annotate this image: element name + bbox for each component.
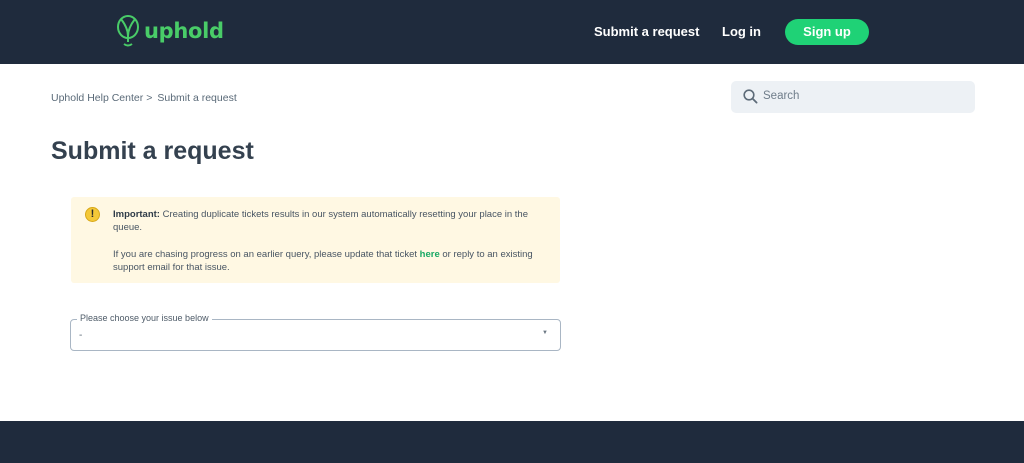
- chevron-down-icon: ▼: [542, 330, 548, 336]
- notice-paragraph-progress: If you are chasing progress on an earlie…: [113, 248, 545, 274]
- issue-select-label: Please choose your issue below: [77, 313, 212, 323]
- breadcrumb-home-link[interactable]: Uphold Help Center: [51, 92, 143, 104]
- search-placeholder: Search: [763, 90, 800, 102]
- warning-icon: !: [85, 207, 100, 222]
- sign-up-button[interactable]: Sign up: [785, 19, 869, 45]
- issue-select[interactable]: Please choose your issue below - ▼: [70, 313, 561, 351]
- issue-select-value: -: [79, 330, 83, 341]
- logo-text: uphold: [144, 19, 224, 43]
- site-header: uphold Submit a request Log in Sign up: [0, 0, 1024, 64]
- breadcrumb-current-link[interactable]: Submit a request: [157, 92, 236, 104]
- site-footer: [0, 421, 1024, 463]
- nav-log-in-link[interactable]: Log in: [722, 24, 761, 39]
- search-input[interactable]: Search: [731, 81, 975, 113]
- breadcrumb: Uphold Help Center > Submit a request: [51, 92, 237, 104]
- search-icon: [743, 89, 758, 104]
- important-notice: ! Important: Creating duplicate tickets …: [71, 197, 560, 283]
- nav-submit-request-link[interactable]: Submit a request: [594, 24, 699, 39]
- notice-text-duplicate: Creating duplicate tickets results in ou…: [113, 209, 529, 233]
- page-title: Submit a request: [51, 137, 254, 165]
- breadcrumb-separator: >: [146, 92, 153, 104]
- update-ticket-link[interactable]: here: [420, 249, 440, 260]
- notice-paragraph-duplicate: Important: Creating duplicate tickets re…: [113, 208, 545, 234]
- important-label: Important:: [113, 209, 160, 220]
- uphold-logo-icon: [117, 15, 139, 47]
- notice-text-progress: If you are chasing progress on an earlie…: [113, 249, 420, 260]
- uphold-logo[interactable]: uphold: [116, 14, 224, 48]
